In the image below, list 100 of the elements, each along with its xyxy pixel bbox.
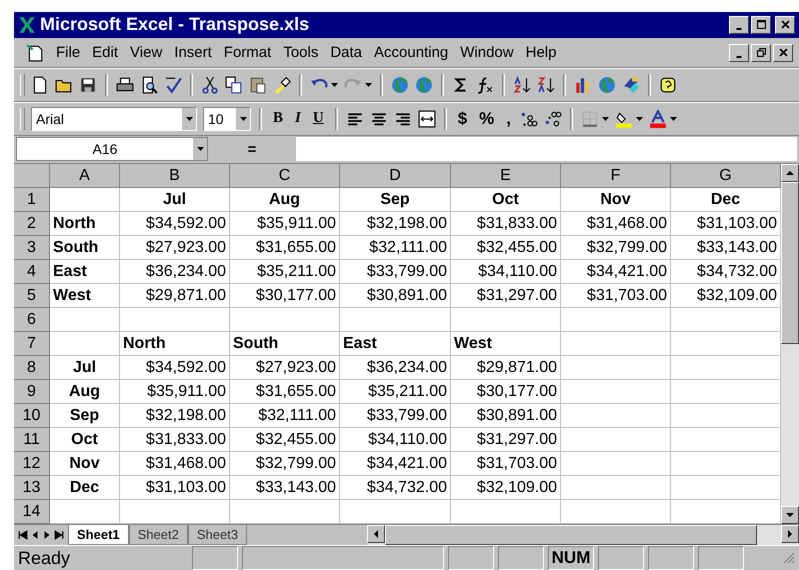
row-header[interactable]: 6 (14, 308, 50, 332)
format-button[interactable]: U (310, 110, 327, 128)
table-cell: $35,211.00 (230, 260, 340, 284)
row-header[interactable]: 11 (14, 428, 50, 452)
horizontal-scrollbar[interactable] (367, 525, 799, 546)
function-icon[interactable] (476, 76, 494, 94)
font-name-dropdown[interactable]: Arial (31, 106, 197, 131)
formula-field[interactable] (296, 137, 797, 162)
sort-descending-icon[interactable] (537, 76, 555, 94)
table-cell: $31,655.00 (230, 236, 340, 260)
menu-item[interactable]: File (56, 44, 80, 61)
format-button[interactable]: I (292, 110, 304, 128)
row-header[interactable]: 2 (14, 212, 50, 236)
table-cell: South (50, 236, 120, 260)
table-cell: $35,211.00 (340, 380, 451, 404)
menu-item[interactable]: View (130, 44, 162, 61)
row-header[interactable]: 1 (14, 188, 50, 212)
restore-button[interactable] (751, 44, 771, 62)
column-header[interactable]: C (230, 164, 340, 188)
help-icon[interactable] (659, 76, 677, 94)
menu-item[interactable]: Window (460, 44, 514, 61)
column-header[interactable]: A (50, 164, 120, 188)
table-cell: $35,911.00 (120, 380, 230, 404)
scroll-up-icon[interactable] (786, 169, 794, 178)
menu-item[interactable]: Edit (92, 44, 118, 61)
dropdown-caret-icon[interactable] (670, 116, 678, 121)
dropdown-caret-icon[interactable] (636, 116, 644, 121)
sheet-tab[interactable]: Sheet2 (128, 525, 188, 546)
number-format-button[interactable]: % (476, 108, 498, 129)
table-cell: Aug (50, 380, 120, 404)
copy-icon[interactable] (225, 76, 243, 94)
dropdown-caret-icon[interactable] (196, 147, 204, 152)
drawing-tools-icon[interactable] (622, 76, 640, 94)
format-button[interactable]: B (270, 110, 286, 128)
sort-ascending-icon[interactable] (513, 76, 531, 94)
row-header[interactable]: 4 (14, 260, 50, 284)
sheet-tab[interactable]: Sheet1 (68, 525, 129, 546)
dropdown-caret-icon[interactable] (331, 83, 338, 88)
menu-item[interactable]: Insert (174, 44, 212, 61)
first-sheet-icon[interactable] (18, 530, 28, 540)
table-cell: $30,177.00 (451, 380, 561, 404)
column-header[interactable]: F (561, 164, 671, 188)
column-header[interactable]: D (340, 164, 451, 188)
scissors-icon[interactable] (201, 76, 219, 94)
column-header[interactable]: G (671, 164, 781, 188)
row-header[interactable]: 3 (14, 236, 50, 260)
row-header[interactable]: 12 (14, 452, 50, 476)
close-button[interactable] (773, 44, 793, 62)
menu-item[interactable]: Tools (283, 44, 318, 61)
dropdown-caret-icon[interactable] (365, 83, 372, 88)
table-cell: West (50, 284, 120, 308)
scroll-down-icon[interactable] (786, 511, 794, 520)
minimize-icon (736, 56, 742, 58)
number-format-button[interactable]: , (503, 108, 514, 129)
table-cell: Jul (50, 356, 120, 380)
clipboard-icon[interactable] (249, 76, 267, 94)
row-header[interactable]: 13 (14, 476, 50, 500)
next-sheet-icon[interactable] (42, 530, 52, 540)
row-header[interactable]: 5 (14, 284, 50, 308)
table-cell: $34,421.00 (561, 260, 671, 284)
scroll-left-icon[interactable] (372, 530, 380, 538)
column-header[interactable]: E (451, 164, 561, 188)
print-preview-icon[interactable] (140, 76, 158, 94)
resize-grip-icon[interactable] (783, 552, 795, 564)
minimize-button[interactable] (729, 44, 749, 62)
number-format-button[interactable]: $ (454, 108, 470, 129)
merge-center-icon[interactable] (418, 110, 436, 128)
font-color-icon[interactable] (649, 110, 668, 128)
dropdown-caret-icon[interactable] (186, 116, 192, 121)
minimize-button[interactable] (729, 16, 749, 34)
vertical-scrollbar[interactable] (781, 164, 799, 524)
row-header[interactable]: 10 (14, 404, 50, 428)
maximize-button[interactable] (751, 16, 771, 34)
save-icon[interactable] (79, 76, 97, 94)
row-header[interactable]: 7 (14, 332, 50, 356)
dropdown-caret-icon[interactable] (602, 116, 610, 121)
new-file-icon[interactable] (31, 76, 49, 94)
row-header[interactable]: 8 (14, 356, 50, 380)
close-button[interactable] (775, 16, 795, 34)
last-sheet-icon[interactable] (54, 530, 64, 540)
spelling-check-icon[interactable] (164, 76, 182, 94)
dropdown-caret-icon[interactable] (240, 116, 246, 121)
previous-sheet-icon[interactable] (30, 530, 40, 540)
column-header[interactable]: B (120, 164, 230, 188)
font-size-dropdown[interactable]: 10 (203, 106, 251, 131)
decrease-decimal-icon[interactable] (544, 110, 562, 128)
paintbrush-icon[interactable] (273, 76, 291, 94)
name-box[interactable]: A16 (16, 137, 208, 162)
menu-item[interactable]: Accounting (374, 44, 448, 61)
menu-item[interactable]: Help (526, 44, 556, 61)
edit-formula-button[interactable]: = (212, 140, 292, 158)
menu-item[interactable]: Format (224, 44, 272, 61)
row-header[interactable]: 9 (14, 380, 50, 404)
sheet-tab[interactable]: Sheet3 (188, 525, 248, 546)
table-cell: $27,923.00 (120, 236, 230, 260)
menu-item[interactable]: Data (330, 44, 362, 61)
scroll-right-icon[interactable] (786, 530, 794, 538)
workbook-icon[interactable] (26, 44, 44, 62)
row-header[interactable]: 14 (14, 500, 50, 524)
fill-color-icon[interactable] (615, 110, 634, 128)
